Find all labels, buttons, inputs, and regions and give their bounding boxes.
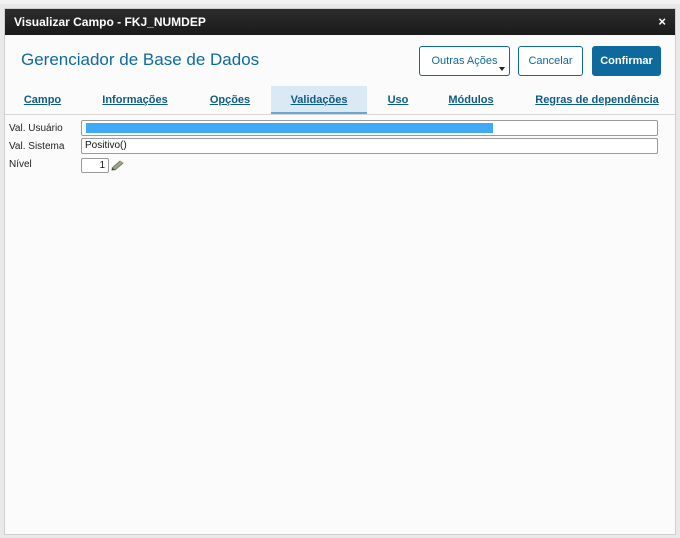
confirm-button[interactable]: Confirmar xyxy=(592,46,661,76)
top-strip xyxy=(0,0,680,4)
window-title: Visualizar Campo - FKJ_NUMDEP xyxy=(14,15,206,29)
dialog-window: Visualizar Campo - FKJ_NUMDEP × Gerencia… xyxy=(4,8,676,535)
nivel-label: Nível xyxy=(9,159,32,170)
tab-bar: Campo Informações Opções Validações Uso … xyxy=(5,86,675,115)
val-sistema-value: Positivo() xyxy=(85,140,127,151)
val-sistema-label: Val. Sistema xyxy=(9,141,65,152)
tab-uso[interactable]: Uso xyxy=(375,86,421,114)
val-usuario-label: Val. Usuário xyxy=(9,123,63,134)
nivel-field[interactable]: 1 xyxy=(81,158,109,173)
text-selection-highlight xyxy=(86,123,493,133)
tab-validacoes[interactable]: Validações xyxy=(271,86,367,114)
caret-down-icon xyxy=(499,67,505,71)
val-sistema-field[interactable]: Positivo() xyxy=(81,138,658,154)
tab-campo[interactable]: Campo xyxy=(10,86,75,114)
val-usuario-field[interactable] xyxy=(81,120,658,136)
tab-regras-dependencia[interactable]: Regras de dependência xyxy=(529,86,665,114)
tab-opcoes[interactable]: Opções xyxy=(195,86,265,114)
title-bar: Visualizar Campo - FKJ_NUMDEP × xyxy=(5,9,675,35)
page-title: Gerenciador de Base de Dados xyxy=(21,50,260,69)
more-actions-label: Outras Ações xyxy=(431,55,498,67)
close-icon[interactable]: × xyxy=(658,14,666,29)
cancel-button[interactable]: Cancelar xyxy=(518,46,583,76)
pencil-icon[interactable] xyxy=(111,159,125,171)
more-actions-button[interactable]: Outras Ações xyxy=(419,46,510,76)
tab-informacoes[interactable]: Informações xyxy=(90,86,180,114)
tab-modulos[interactable]: Módulos xyxy=(433,86,509,114)
